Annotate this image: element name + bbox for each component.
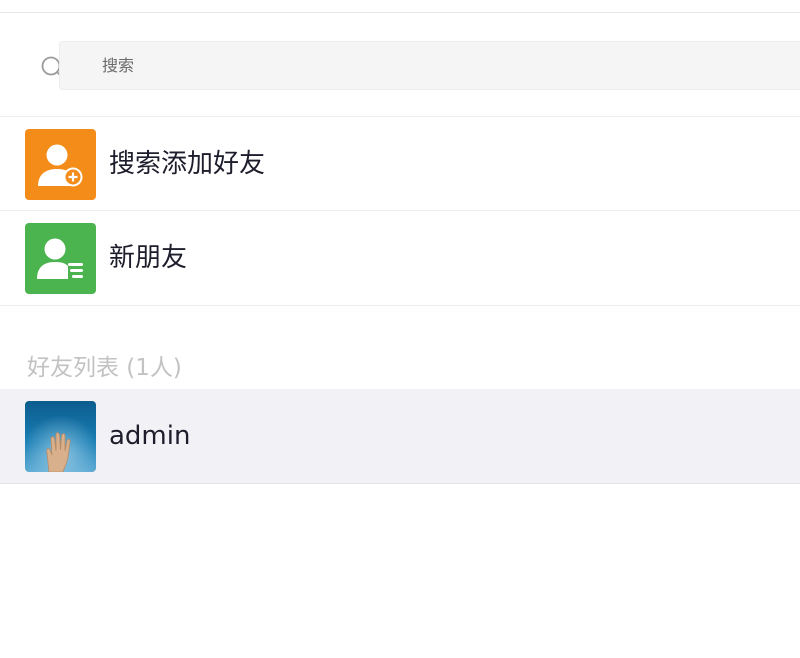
add-friend-item[interactable]: 搜索添加好友 (0, 116, 800, 211)
new-friend-icon (25, 223, 96, 294)
friend-list-title: 好友列表 (1人) (27, 355, 182, 381)
add-friend-label: 搜索添加好友 (109, 149, 266, 179)
new-friend-item[interactable]: 新朋友 (0, 211, 800, 306)
add-friend-icon (25, 129, 96, 200)
new-friend-label: 新朋友 (109, 243, 188, 273)
contacts-page: 搜索添加好友 新朋友 好友列表 (1人) (0, 0, 800, 658)
friend-name: admin (109, 421, 191, 451)
friend-list-item[interactable]: admin (0, 389, 800, 484)
search-bar (0, 40, 800, 92)
top-divider (0, 12, 800, 13)
search-input[interactable] (59, 41, 800, 90)
avatar (25, 401, 96, 472)
